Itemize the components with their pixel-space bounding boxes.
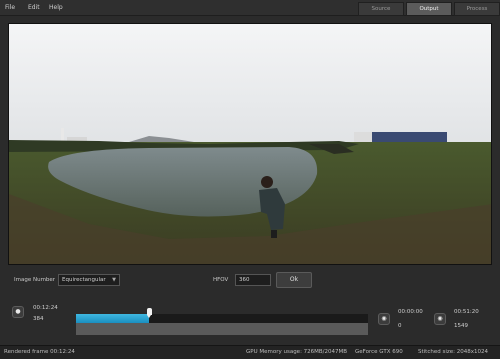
ok-button[interactable]: Ok bbox=[276, 272, 312, 288]
end-frame: 1549 bbox=[454, 323, 468, 329]
status-bar: Rendered frame 00:12:24 GPU Memory usage… bbox=[0, 345, 500, 359]
timeline-track[interactable] bbox=[76, 314, 368, 323]
panorama-image bbox=[9, 24, 491, 264]
set-start-button[interactable]: ◉ bbox=[378, 313, 390, 325]
marker-end-icon: ◉ bbox=[437, 315, 443, 322]
rendered-frame-status: Rendered frame 00:12:24 bbox=[4, 349, 75, 355]
tab-output[interactable]: Output bbox=[406, 2, 452, 16]
timeline-handle[interactable] bbox=[147, 308, 152, 318]
hfov-input[interactable]: 360 bbox=[235, 274, 271, 286]
tab-process[interactable]: Process bbox=[454, 2, 500, 16]
menu-edit[interactable]: Edit bbox=[28, 4, 40, 11]
projection-select[interactable]: Equirectangular ▼ bbox=[58, 274, 120, 286]
start-time: 00:00:00 bbox=[398, 309, 423, 315]
record-button[interactable]: ● bbox=[12, 306, 24, 318]
menu-file[interactable]: File bbox=[5, 4, 15, 11]
hfov-label: HFOV bbox=[213, 277, 229, 283]
image-number-label: Image Number bbox=[14, 277, 56, 283]
set-end-button[interactable]: ◉ bbox=[434, 313, 446, 325]
projection-value: Equirectangular bbox=[62, 277, 106, 283]
menu-help[interactable]: Help bbox=[49, 4, 63, 11]
view-tabs: Source Output Process bbox=[356, 2, 500, 16]
record-icon: ● bbox=[15, 308, 21, 315]
tab-source[interactable]: Source bbox=[358, 2, 404, 16]
current-time: 00:12:24 bbox=[33, 305, 58, 311]
chevron-down-icon: ▼ bbox=[112, 277, 116, 283]
projection-controls: Image Number Equirectangular ▼ HFOV 360 … bbox=[0, 269, 500, 291]
current-frame: 384 bbox=[33, 316, 44, 322]
gpu-name-status: GeForce GTX 690 bbox=[355, 349, 403, 355]
timeline-progress bbox=[76, 314, 149, 323]
marker-start-icon: ◉ bbox=[381, 315, 387, 322]
menu-bar: File Edit Help Source Output Process bbox=[0, 0, 500, 16]
panorama-preview[interactable] bbox=[8, 23, 492, 265]
gpu-memory-status: GPU Memory usage: 726MB/2047MB bbox=[246, 349, 348, 355]
stitched-size-status: Stitched size: 2048x1024 bbox=[418, 349, 488, 355]
start-frame: 0 bbox=[398, 323, 402, 329]
timeline-lower-bar bbox=[76, 323, 368, 335]
end-time: 00:51:20 bbox=[454, 309, 479, 315]
